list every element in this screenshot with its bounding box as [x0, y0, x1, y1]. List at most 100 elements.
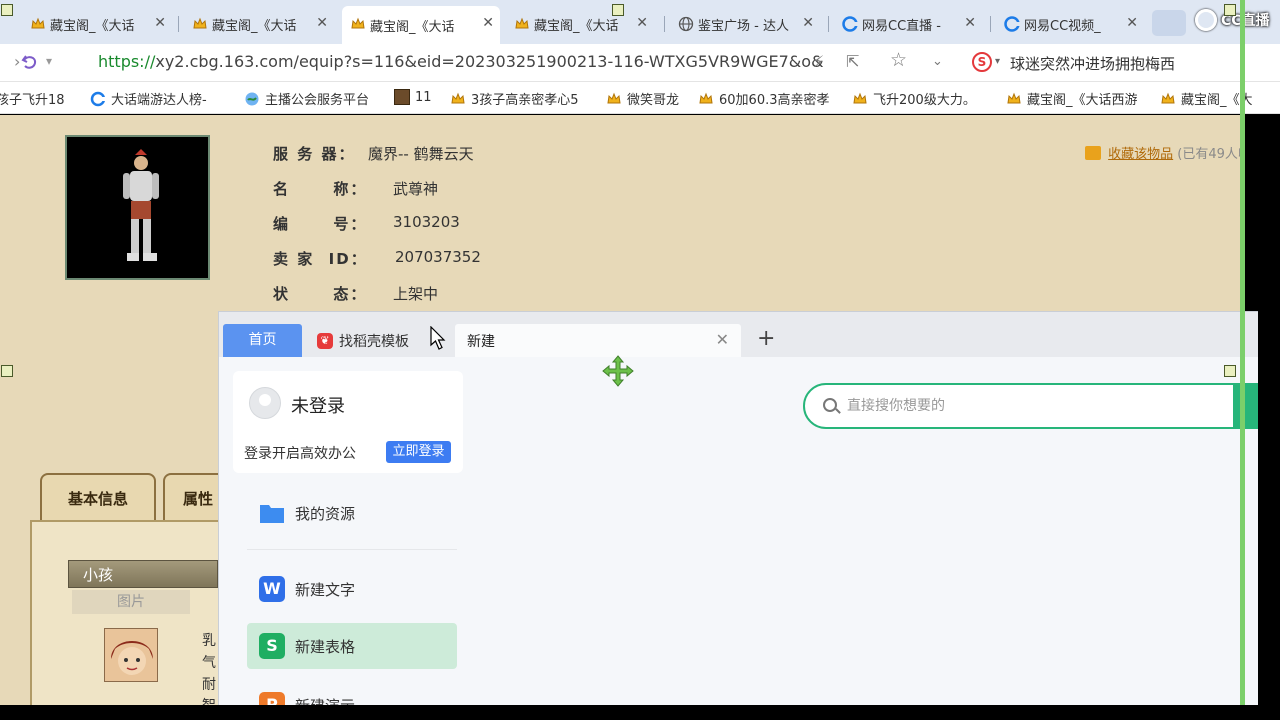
wps-spreadsheet-icon: S [259, 633, 285, 659]
bookmark-item[interactable]: 11 [394, 89, 432, 105]
close-icon[interactable]: ✕ [802, 15, 814, 31]
letterbox-bottom [0, 705, 1280, 720]
share-icon[interactable]: ⇱ [846, 52, 859, 71]
url-scheme: https:// [98, 52, 156, 71]
cc-live-icon [842, 16, 858, 32]
browser-tab-7[interactable]: 网易CC视频_ ✕ [996, 8, 1144, 40]
resize-handle[interactable] [1, 4, 13, 16]
bookmark-item[interactable]: 微笑哥龙 [606, 89, 679, 108]
user-name[interactable]: 未登录 [291, 392, 345, 418]
bookmark-item[interactable]: 藏宝阁_《大话西游 [1006, 89, 1138, 108]
resize-handle[interactable] [1224, 4, 1236, 16]
info-value-name: 武尊神 [393, 180, 439, 198]
globe-icon [245, 92, 259, 105]
close-icon[interactable]: ✕ [154, 15, 166, 31]
browser-tab-strip: 藏宝阁_《大话 ✕ 藏宝阁_《大话 ✕ 藏宝阁_《大话 ✕ 藏宝阁_《大话 ✕ … [0, 0, 1280, 44]
tab-separator [990, 16, 991, 32]
user-card: 未登录 登录开启高效办公 立即登录 [233, 371, 463, 473]
docer-logo-icon: ❦ [317, 333, 333, 349]
browser-tab-label: 藏宝阁_《大话 [534, 18, 619, 34]
news-ticker[interactable]: 球迷突然冲进场拥抱梅西 [1010, 53, 1175, 74]
bookmark-item[interactable]: 飞升200级大力。 [852, 89, 976, 108]
info-label: 名 称： [273, 180, 368, 198]
info-label: 状 态： [273, 285, 368, 303]
tab-new[interactable]: 新建 ✕ [455, 324, 741, 357]
star-bookmark-icon[interactable]: ☆ [890, 49, 907, 71]
bookmark-item[interactable]: 60加60.3高亲密孝 [698, 89, 830, 108]
avatar[interactable] [249, 387, 281, 419]
close-icon[interactable]: ✕ [964, 15, 976, 31]
cbg-crown-icon [193, 17, 207, 29]
cc-video-icon [1004, 16, 1020, 32]
cbg-crown-icon [1007, 92, 1021, 103]
nav-new-document[interactable]: W 新建文字 [247, 566, 457, 612]
browser-tab-1[interactable]: 藏宝阁_《大话 ✕ [22, 8, 172, 40]
nav-new-presentation[interactable]: P 新建演示 [247, 682, 457, 705]
cbg-crown-icon [853, 92, 867, 103]
browser-tab-label: 鉴宝广场 - 达人 [698, 18, 789, 34]
nav-label: 新建演示 [295, 695, 355, 706]
chevron-down-icon[interactable]: ▾ [46, 54, 52, 68]
search-input[interactable] [847, 395, 1177, 417]
browser-tab-5[interactable]: 鉴宝广场 - 达人 ✕ [670, 8, 820, 40]
tab-separator [828, 16, 829, 32]
bookmark-item[interactable]: 藏宝阁_《大 [1160, 89, 1253, 108]
close-icon[interactable]: ✕ [1126, 15, 1138, 31]
browser-tab-6[interactable]: 网易CC直播 - ✕ [834, 8, 982, 40]
game-thumb-icon [394, 89, 410, 105]
close-icon[interactable]: ✕ [716, 330, 729, 349]
warrior-figure-icon [123, 149, 159, 261]
info-value-server: 魔界-- 鹤舞云天 [368, 145, 474, 163]
bookmark-item[interactable]: 主播公会服务平台 [244, 89, 369, 108]
cbg-crown-icon [351, 17, 365, 29]
add-tab-button[interactable]: + [757, 326, 775, 351]
info-row-name: 名 称： 武尊神 [273, 178, 438, 199]
sogou-search-icon[interactable]: S [972, 52, 992, 72]
tab-home[interactable]: 首页 [223, 324, 302, 357]
bookmark-label: 3孩子高亲密孝心5 [471, 93, 579, 108]
new-tab-button[interactable] [1152, 10, 1186, 36]
chevron-down-icon[interactable]: ▾ [995, 56, 1000, 67]
child-portrait [104, 628, 158, 682]
nav-label: 新建表格 [295, 637, 356, 656]
browser-tab-label: 藏宝阁_《大话 [50, 18, 135, 34]
undo-icon[interactable] [20, 52, 40, 72]
close-icon[interactable]: ✕ [482, 15, 494, 31]
tab-basic-info[interactable]: 基本信息 [40, 473, 156, 521]
wps-office-window: 首页 ❦ 找稻壳模板 新建 ✕ + 未登录 登录开启高效办公 立即登录 我的资源… [218, 311, 1258, 705]
lightning-icon[interactable]: ⚡ [813, 52, 824, 71]
favorite-link[interactable]: 收藏该物品 [1108, 147, 1173, 162]
info-label: 服 务 器： [273, 145, 356, 163]
bookmark-label: 60加60.3高亲密孝 [719, 93, 830, 108]
info-label: 卖 家 ID： [273, 250, 368, 268]
wps-tab-bar: 首页 ❦ 找稻壳模板 新建 ✕ + [219, 312, 1258, 357]
bookmark-item[interactable]: 大话端游达人榜- [90, 89, 207, 108]
info-row-id: 编 号： 3103203 [273, 213, 460, 234]
browser-tab-3-active[interactable]: 藏宝阁_《大话 ✕ [342, 6, 500, 44]
resize-handle[interactable] [1, 365, 13, 377]
cbg-crown-icon [699, 92, 713, 103]
url-field[interactable]: https://xy2.cbg.163.com/equip?s=116&eid=… [98, 52, 824, 71]
chevron-down-icon[interactable]: ⌄ [932, 54, 943, 69]
resize-handle[interactable] [1224, 365, 1236, 377]
search-button[interactable] [1233, 383, 1258, 429]
attribute-label: 智 [202, 695, 216, 705]
browser-tab-4[interactable]: 藏宝阁_《大话 ✕ [506, 8, 654, 40]
bookmark-item[interactable]: 3孩子高亲密孝心5 [450, 89, 579, 108]
bookmark-item[interactable]: 孩子飞升18 [0, 89, 65, 108]
close-icon[interactable]: ✕ [636, 15, 648, 31]
nav-new-spreadsheet[interactable]: S 新建表格 [247, 623, 457, 669]
picture-column-header: 图片 [72, 590, 190, 614]
bookmark-label: 11 [415, 89, 432, 105]
nav-my-resources[interactable]: 我的资源 [247, 490, 457, 536]
search-box [803, 383, 1258, 429]
wps-writer-icon: W [259, 576, 285, 602]
login-button[interactable]: 立即登录 [386, 441, 451, 463]
browser-tab-label: 藏宝阁_《大话 [212, 18, 297, 34]
resize-handle[interactable] [612, 4, 624, 16]
info-value-status: 上架中 [393, 285, 439, 303]
browser-tab-2[interactable]: 藏宝阁_《大话 ✕ [184, 8, 334, 40]
info-label: 编 号： [273, 215, 368, 233]
tab-template[interactable]: ❦ 找稻壳模板 [317, 328, 409, 354]
close-icon[interactable]: ✕ [316, 15, 328, 31]
